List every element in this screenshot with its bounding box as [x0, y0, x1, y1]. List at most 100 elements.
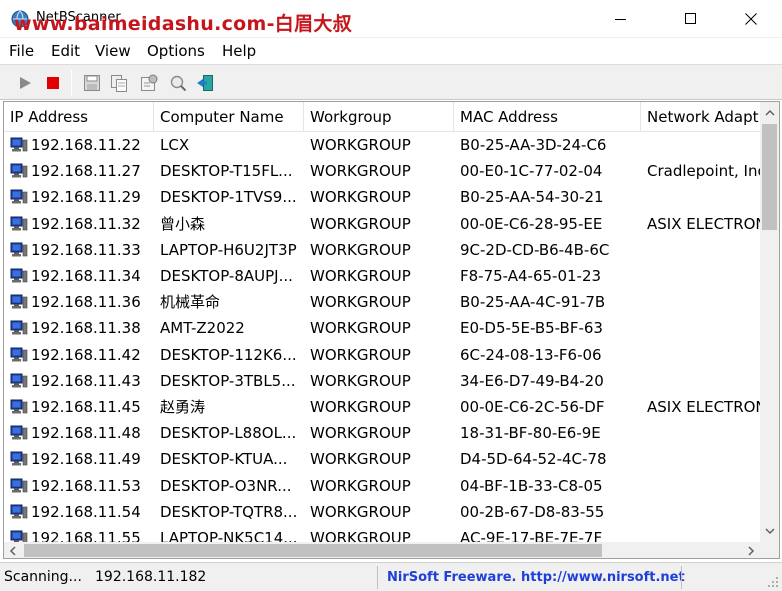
cell-mac-address: B0-25-AA-54-30-21 [460, 188, 604, 207]
cell-network-adapter [641, 315, 761, 341]
menu-view[interactable]: View [95, 42, 131, 60]
computer-icon [10, 294, 28, 309]
minimize-icon [615, 19, 626, 20]
scroll-right-button[interactable] [742, 542, 760, 558]
cell-network-adapter: ASIX ELECTRON [647, 214, 761, 233]
table-row[interactable]: 192.168.11.49 DESKTOP-KTUA... WORKGROUP D4-… [4, 446, 761, 472]
vertical-scrollbar[interactable] [760, 102, 779, 542]
close-button[interactable] [728, 0, 774, 38]
menu-edit[interactable]: Edit [51, 42, 80, 60]
computer-icon [10, 137, 28, 152]
table-row[interactable]: 192.168.11.32 曾小森 WORKGROUP 00-0E-C6-28-95-… [4, 211, 761, 237]
cell-mac-address: 04-BF-1B-33-C8-05 [460, 476, 603, 495]
cell-workgroup: WORKGROUP [310, 398, 411, 416]
resize-grip-icon[interactable] [767, 576, 779, 588]
column-workgroup[interactable]: Workgroup [304, 102, 454, 132]
table-row[interactable]: 192.168.11.29 DESKTOP-1TVS9... WORKGROUP B0… [4, 184, 761, 210]
column-mac-address[interactable]: MAC Address [454, 102, 641, 132]
cell-workgroup: WORKGROUP [310, 267, 411, 285]
cell-mac-address: E0-D5-5E-B5-BF-63 [460, 319, 603, 338]
cell-mac-address: 18-31-BF-80-E6-9E [460, 424, 601, 443]
table-row[interactable]: 192.168.11.42 DESKTOP-112K6... WORKGROUP 6C… [4, 342, 761, 368]
vertical-scroll-thumb[interactable] [762, 124, 777, 230]
table-row[interactable]: 192.168.11.33 LAPTOP-H6U2JT3P WORKGROUP 9C-… [4, 237, 761, 263]
cell-network-adapter [641, 446, 761, 472]
cell-mac-address: B0-25-AA-4C-91-7B [460, 293, 606, 312]
chevron-left-icon [9, 545, 16, 556]
scroll-corner [760, 542, 779, 558]
cell-workgroup: WORKGROUP [310, 319, 411, 338]
copy-button[interactable] [107, 71, 131, 95]
scroll-down-button[interactable] [760, 522, 779, 540]
table-row[interactable]: 192.168.11.54 DESKTOP-TQTR8... WORKGROUP 00… [4, 499, 761, 525]
cell-workgroup: WORKGROUP [310, 240, 411, 259]
table-row[interactable]: 192.168.11.34 DESKTOP-8AUPJ... WORKGROUP F8… [4, 263, 761, 289]
save-icon [84, 75, 100, 91]
cell-mac-address: 34-E6-D7-49-B4-20 [460, 371, 604, 390]
cell-computer-name: AMT-Z2022 [160, 319, 245, 338]
toolbar [0, 64, 782, 100]
computer-icon [10, 242, 28, 257]
table-row[interactable]: 192.168.11.45 赵勇涛 WORKGROUP 00-0E-C6-2C-56-… [4, 394, 761, 420]
start-scan-button[interactable] [13, 71, 37, 95]
horizontal-scroll-thumb[interactable] [24, 544, 602, 557]
cell-network-adapter [641, 525, 761, 542]
results-list[interactable]: IP Address Computer Name Workgroup MAC A… [3, 101, 780, 559]
cell-network-adapter [641, 420, 761, 446]
scroll-up-button[interactable] [760, 104, 779, 122]
maximize-icon [685, 13, 696, 24]
cell-computer-name: DESKTOP-3TBL5... [160, 371, 296, 390]
table-row[interactable]: 192.168.11.55 LAPTOP-NK5C14... WORKGROUP AC… [4, 525, 761, 542]
cell-mac-address: D4-5D-64-52-4C-78 [460, 450, 607, 469]
table-row[interactable]: 192.168.11.36 机械革命 WORKGROUP B0-25-AA-4C-91… [4, 289, 761, 315]
cell-computer-name: DESKTOP-L88OL... [160, 424, 297, 443]
refresh-button[interactable] [166, 71, 190, 95]
computer-icon [10, 425, 28, 440]
chevron-up-icon [764, 109, 775, 116]
chevron-right-icon [748, 545, 755, 556]
table-row[interactable]: 192.168.11.38 AMT-Z2022 WORKGROUP E0-D5-5E-… [4, 315, 761, 341]
table-row[interactable]: 192.168.11.53 DESKTOP-O3NR... WORKGROUP 04-… [4, 473, 761, 499]
cell-network-adapter: Cradlepoint, Inc [647, 162, 761, 181]
cell-mac-address: 00-E0-1C-77-02-04 [460, 162, 603, 181]
column-computer-name[interactable]: Computer Name [154, 102, 304, 132]
cell-computer-name: 曾小森 [160, 214, 206, 233]
cell-computer-name: DESKTOP-TQTR8... [160, 502, 298, 521]
cell-workgroup: WORKGROUP [310, 476, 411, 495]
table-row[interactable]: 192.168.11.48 DESKTOP-L88OL... WORKGROUP 18… [4, 420, 761, 446]
column-network-adapter[interactable]: Network Adapt [641, 102, 761, 132]
nirsoft-link[interactable]: NirSoft Freeware. http://www.nirsoft.net [387, 566, 685, 589]
close-icon [745, 13, 757, 25]
table-row[interactable]: 192.168.11.43 DESKTOP-3TBL5... WORKGROUP 34… [4, 368, 761, 394]
menu-file[interactable]: File [9, 42, 34, 60]
cell-network-adapter: ASIX ELECTRON [647, 398, 761, 416]
minimize-button[interactable] [598, 0, 644, 38]
watermark-text: www.baimeidashu.com-白眉大叔 [14, 13, 352, 35]
stop-icon [47, 77, 59, 89]
exit-icon [197, 75, 213, 91]
properties-button[interactable] [137, 71, 161, 95]
refresh-icon [170, 75, 187, 92]
stop-scan-button[interactable] [41, 71, 65, 95]
column-ip-address[interactable]: IP Address [4, 102, 154, 132]
save-button[interactable] [80, 71, 104, 95]
table-row[interactable]: 192.168.11.22 LCX WORKGROUP B0-25-AA-3D-24-… [4, 132, 761, 158]
menu-options[interactable]: Options [147, 42, 205, 60]
computer-icon [10, 163, 28, 178]
scroll-left-button[interactable] [4, 542, 22, 558]
status-bar: Scanning... 192.168.11.182 NirSoft Freew… [0, 562, 782, 591]
computer-icon [10, 530, 28, 542]
menu-help[interactable]: Help [222, 42, 256, 60]
computer-icon [10, 216, 28, 231]
cell-network-adapter [641, 132, 761, 158]
status-divider [377, 566, 378, 589]
maximize-button[interactable] [668, 0, 714, 38]
horizontal-scrollbar[interactable] [4, 542, 761, 558]
exit-button[interactable] [194, 71, 218, 95]
cell-workgroup: WORKGROUP [310, 188, 411, 207]
cell-mac-address: 6C-24-08-13-F6-06 [460, 345, 602, 364]
cell-workgroup: WORKGROUP [310, 424, 411, 443]
cell-computer-name: DESKTOP-112K6... [160, 345, 297, 364]
table-row[interactable]: 192.168.11.27 DESKTOP-T15FL... WORKGROUP 00… [4, 158, 761, 184]
status-divider [681, 566, 682, 589]
